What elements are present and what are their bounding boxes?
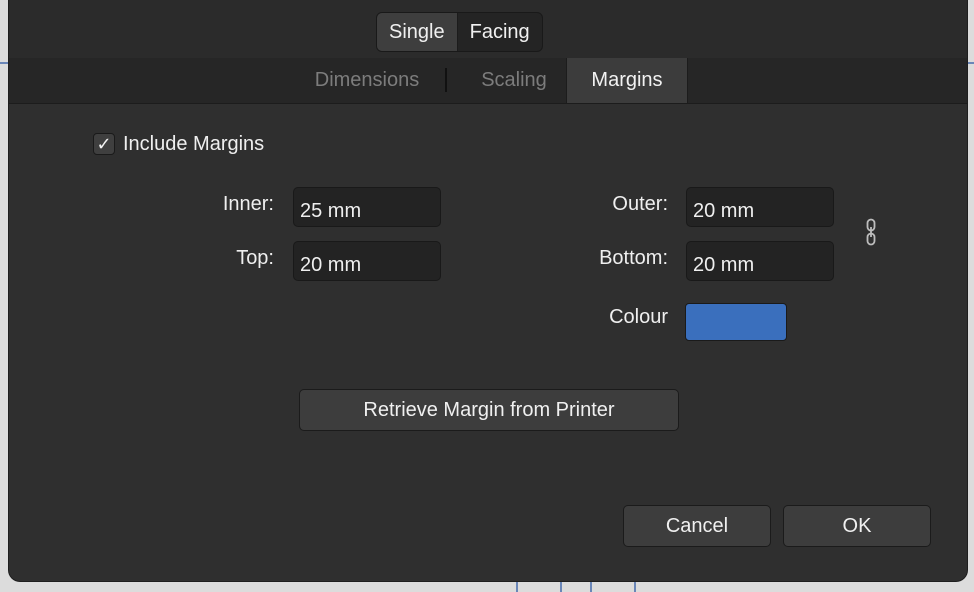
colour-label: Colour bbox=[609, 306, 668, 328]
tab-bar: Dimensions Scaling Margins bbox=[9, 58, 967, 104]
facing-pages-button[interactable]: Facing bbox=[458, 13, 542, 51]
retrieve-margin-button[interactable]: Retrieve Margin from Printer bbox=[299, 389, 679, 431]
bottom-label: Bottom: bbox=[599, 247, 668, 269]
inner-label: Inner: bbox=[222, 193, 274, 215]
include-margins-row: ✓ Include Margins bbox=[93, 131, 264, 157]
ok-button[interactable]: OK bbox=[783, 505, 931, 547]
tab-dimensions[interactable]: Dimensions bbox=[299, 58, 435, 103]
chain-link-icon[interactable] bbox=[865, 218, 877, 246]
outer-margin-field[interactable] bbox=[686, 187, 834, 227]
top-label: Top: bbox=[236, 247, 274, 269]
canvas-guide-line bbox=[516, 582, 518, 592]
canvas-guide-line bbox=[560, 582, 562, 592]
top-margin-field[interactable] bbox=[293, 241, 441, 281]
include-margins-label: Include Margins bbox=[123, 132, 265, 155]
cancel-button[interactable]: Cancel bbox=[623, 505, 771, 547]
page-layout-toggle: Single Facing bbox=[376, 12, 543, 52]
tab-margins[interactable]: Margins bbox=[566, 58, 688, 103]
canvas-guide-line bbox=[634, 582, 636, 592]
bottom-margin-field[interactable] bbox=[686, 241, 834, 281]
include-margins-checkbox[interactable]: ✓ bbox=[93, 133, 115, 155]
inner-margin-field[interactable] bbox=[293, 187, 441, 227]
single-page-button[interactable]: Single bbox=[377, 13, 458, 51]
outer-label: Outer: bbox=[612, 193, 668, 215]
canvas-guide-line bbox=[0, 62, 8, 64]
margin-colour-swatch[interactable] bbox=[685, 303, 787, 341]
tab-scaling[interactable]: Scaling bbox=[457, 58, 571, 103]
tab-divider bbox=[445, 68, 447, 92]
margins-dialog: Single Facing Dimensions Scaling Margins… bbox=[8, 0, 968, 582]
canvas-guide-line bbox=[590, 582, 592, 592]
